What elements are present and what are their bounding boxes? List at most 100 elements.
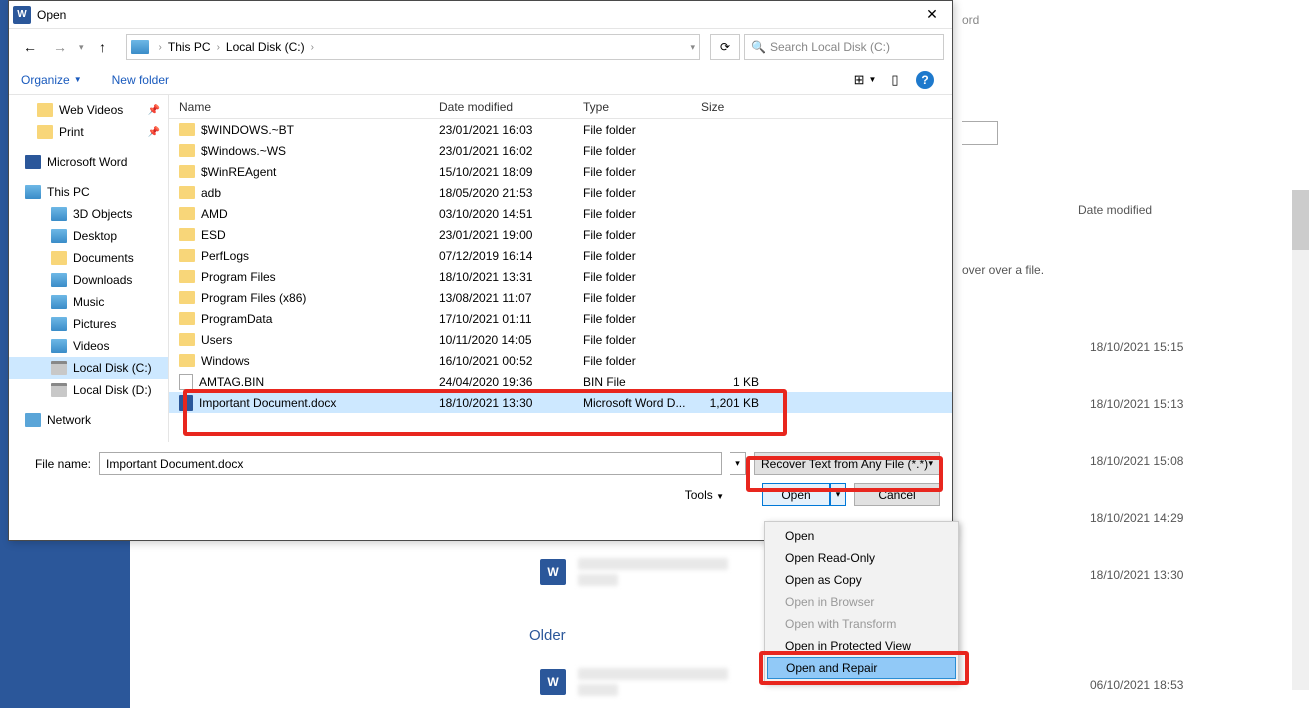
file-type: File folder [573, 228, 691, 242]
tree-microsoft-word[interactable]: Microsoft Word [9, 151, 168, 173]
file-row[interactable]: $WinREAgent15/10/2021 18:09File folder [169, 161, 952, 182]
menu-open-as-copy[interactable]: Open as Copy [767, 569, 956, 591]
tree-desktop[interactable]: Desktop [9, 225, 168, 247]
tree-print[interactable]: Print📌 [9, 121, 168, 143]
file-row[interactable]: PerfLogs07/12/2019 16:14File folder [169, 245, 952, 266]
file-row[interactable]: Windows16/10/2021 00:52File folder [169, 350, 952, 371]
up-button[interactable]: ↑ [90, 34, 116, 60]
file-row[interactable]: Program Files (x86)13/08/2021 11:07File … [169, 287, 952, 308]
bg-date: 06/10/2021 18:53 [1090, 678, 1183, 692]
view-options-button[interactable]: ⊞▼ [854, 69, 876, 91]
folder-icon [179, 249, 195, 262]
tree-music[interactable]: Music [9, 291, 168, 313]
tree-local-disk-c[interactable]: Local Disk (C:) [9, 357, 168, 379]
bg-app-hint: ord [962, 13, 979, 27]
bg-recent-item[interactable]: W [540, 558, 728, 586]
file-row[interactable]: Important Document.docx18/10/2021 13:30M… [169, 392, 952, 413]
col-name[interactable]: Name [169, 100, 429, 114]
breadcrumb-local-disk-c[interactable]: Local Disk (C:) [226, 40, 305, 54]
folder-icon [179, 144, 195, 157]
tree-pictures[interactable]: Pictures [9, 313, 168, 335]
breadcrumb-this-pc[interactable]: This PC [168, 40, 211, 54]
file-type: File folder [573, 249, 691, 263]
col-type[interactable]: Type [573, 100, 691, 114]
col-date[interactable]: Date modified [429, 100, 573, 114]
file-name: AMD [201, 207, 228, 221]
menu-open-and-repair[interactable]: Open and Repair [767, 657, 956, 679]
bg-date: 18/10/2021 15:08 [1090, 454, 1183, 468]
menu-open-protected-view[interactable]: Open in Protected View [767, 635, 956, 657]
tree-videos[interactable]: Videos [9, 335, 168, 357]
filename-dropdown[interactable]: ▾ [730, 452, 746, 475]
tree-this-pc[interactable]: This PC [9, 181, 168, 203]
tools-menu[interactable]: Tools ▼ [685, 488, 724, 502]
file-type: File folder [573, 165, 691, 179]
menu-open-readonly[interactable]: Open Read-Only [767, 547, 956, 569]
file-name: Windows [201, 354, 250, 368]
open-split-button[interactable]: ▾ [830, 483, 846, 506]
address-bar[interactable]: › This PC › Local Disk (C:) › ▾ [126, 34, 700, 60]
chevron-right-icon: › [211, 42, 226, 53]
word-doc-icon: W [540, 559, 566, 585]
open-button[interactable]: Open [762, 483, 830, 506]
pin-icon: 📌 [148, 127, 160, 138]
file-type: File folder [573, 207, 691, 221]
bg-scrollbar[interactable] [1292, 190, 1309, 690]
file-row[interactable]: ESD23/01/2021 19:00File folder [169, 224, 952, 245]
folder-icon [179, 228, 195, 241]
file-date: 24/04/2020 19:36 [429, 375, 573, 389]
tree-local-disk-d[interactable]: Local Disk (D:) [9, 379, 168, 401]
folder-icon [179, 270, 195, 283]
tree-downloads[interactable]: Downloads [9, 269, 168, 291]
file-row[interactable]: $Windows.~WS23/01/2021 16:02File folder [169, 140, 952, 161]
file-row[interactable]: AMD03/10/2020 14:51File folder [169, 203, 952, 224]
file-row[interactable]: adb18/05/2020 21:53File folder [169, 182, 952, 203]
cancel-button[interactable]: Cancel [854, 483, 940, 506]
file-row[interactable]: $WINDOWS.~BT23/01/2021 16:03File folder [169, 119, 952, 140]
file-date: 13/08/2021 11:07 [429, 291, 573, 305]
col-size[interactable]: Size [691, 100, 771, 114]
file-date: 18/10/2021 13:30 [429, 396, 573, 410]
file-row[interactable]: Program Files18/10/2021 13:31File folder [169, 266, 952, 287]
menu-open[interactable]: Open [767, 525, 956, 547]
pc-icon [25, 185, 41, 199]
help-button[interactable]: ? [914, 69, 936, 91]
tree-3d-objects[interactable]: 3D Objects [9, 203, 168, 225]
filename-input[interactable] [99, 452, 722, 475]
open-file-dialog: W Open ✕ ← → ▾ ↑ › This PC › Local Disk … [8, 0, 953, 541]
file-date: 23/01/2021 16:02 [429, 144, 573, 158]
tree-web-videos[interactable]: Web Videos📌 [9, 99, 168, 121]
dialog-toolbar: Organize▼ New folder ⊞▼ ▯ ? [9, 65, 952, 95]
search-input[interactable]: 🔍 Search Local Disk (C:) [744, 34, 944, 60]
bg-scroll-thumb[interactable] [1292, 190, 1309, 250]
file-date: 23/01/2021 19:00 [429, 228, 573, 242]
tree-documents[interactable]: Documents [9, 247, 168, 269]
folder-tree[interactable]: Web Videos📌 Print📌 Microsoft Word This P… [9, 95, 169, 442]
close-button[interactable]: ✕ [916, 3, 948, 27]
file-type: Microsoft Word D... [573, 396, 691, 410]
file-icon [179, 374, 193, 390]
file-row[interactable]: Users10/11/2020 14:05File folder [169, 329, 952, 350]
history-dropdown[interactable]: ▾ [77, 42, 86, 53]
folder-icon [179, 165, 195, 178]
chevron-right-icon: › [305, 42, 320, 53]
dialog-title: Open [37, 8, 916, 22]
back-button[interactable]: ← [17, 34, 43, 60]
bg-recent-item[interactable]: W [540, 668, 728, 696]
chevron-down-icon[interactable]: ▾ [684, 42, 695, 53]
file-row[interactable]: ProgramData17/10/2021 01:11File folder [169, 308, 952, 329]
bg-col-date-modified: Date modified [1078, 203, 1152, 217]
nav-toolbar: ← → ▾ ↑ › This PC › Local Disk (C:) › ▾ … [9, 29, 952, 65]
tree-network[interactable]: Network [9, 409, 168, 431]
preview-pane-button[interactable]: ▯ [884, 69, 906, 91]
file-date: 15/10/2021 18:09 [429, 165, 573, 179]
folder-icon [37, 103, 53, 117]
filename-label: File name: [21, 457, 91, 471]
file-row[interactable]: AMTAG.BIN24/04/2020 19:36BIN File1 KB [169, 371, 952, 392]
music-icon [51, 295, 67, 309]
forward-button[interactable]: → [47, 34, 73, 60]
refresh-button[interactable]: ⟳ [710, 34, 740, 60]
new-folder-button[interactable]: New folder [112, 73, 169, 87]
filetype-filter-dropdown[interactable]: Recover Text from Any File (*.*) ▾ [754, 452, 940, 475]
organize-menu[interactable]: Organize▼ [21, 73, 82, 87]
